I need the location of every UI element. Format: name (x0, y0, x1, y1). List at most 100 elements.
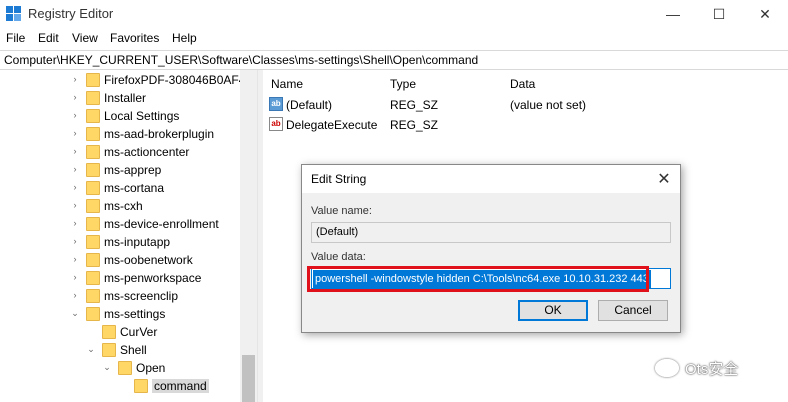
folder-icon (86, 73, 100, 87)
tree-item[interactable]: › ms-oobenetwork (0, 251, 240, 269)
folder-icon (86, 145, 100, 159)
tree-item-label[interactable]: Open (136, 361, 165, 375)
folder-icon (86, 271, 100, 285)
menu-bar: File Edit View Favorites Help (0, 28, 788, 48)
folder-icon (118, 361, 132, 375)
tree-item-label[interactable]: ms-inputapp (104, 235, 170, 249)
tree-item-label[interactable]: command (152, 379, 209, 393)
dialog-close-button[interactable]: ✕ (654, 169, 674, 189)
tree-item[interactable]: › ms-apprep (0, 161, 240, 179)
value-data-label: Value data: (311, 251, 366, 263)
tree-item-label[interactable]: ms-settings (104, 307, 165, 321)
menu-help[interactable]: Help (172, 31, 197, 45)
chevron-right-icon[interactable]: › (70, 272, 80, 282)
registry-tree[interactable]: › FirefoxPDF-308046B0AF4A › Installer › Local… (0, 70, 257, 402)
tree-item-label[interactable]: Shell (120, 343, 147, 357)
tree-item-label[interactable]: ms-cortana (104, 181, 164, 195)
tree-item-label[interactable]: ms-aad-brokerplugin (104, 127, 214, 141)
tree-item-label[interactable]: ms-actioncenter (104, 145, 189, 159)
address-bar[interactable]: Computer\HKEY_CURRENT_USER\Software\Clas… (0, 50, 788, 70)
tree-item-label[interactable]: ms-device-enrollment (104, 217, 219, 231)
tree-item[interactable]: CurVer (0, 323, 240, 341)
value-type: REG_SZ (390, 118, 439, 132)
menu-edit[interactable]: Edit (38, 31, 59, 45)
menu-file[interactable]: File (6, 31, 25, 45)
tree-item[interactable]: › ms-aad-brokerplugin (0, 125, 240, 143)
tree-item-label[interactable]: FirefoxPDF-308046B0AF4A (104, 73, 253, 87)
value-row-delegateexecute[interactable]: ab DelegateExecute REG_SZ (263, 116, 788, 134)
tree-item[interactable]: › Local Settings (0, 107, 240, 125)
tree-item[interactable]: ⌄ ms-settings (0, 305, 240, 323)
chevron-right-icon[interactable]: › (70, 110, 80, 120)
red-highlight-annotation (307, 266, 649, 292)
tree-item[interactable]: ⌄ Shell (0, 341, 240, 359)
chevron-right-icon[interactable]: › (70, 254, 80, 264)
tree-scrollbar-thumb[interactable] (242, 355, 255, 402)
folder-icon (86, 289, 100, 303)
tree-scrollbar[interactable] (240, 70, 257, 402)
chevron-down-icon[interactable]: ⌄ (102, 362, 112, 372)
folder-icon (102, 325, 116, 339)
minimize-button[interactable]: — (650, 0, 696, 28)
tree-item[interactable]: › ms-device-enrollment (0, 215, 240, 233)
column-header-name[interactable]: Name (271, 77, 303, 91)
edit-string-dialog: Edit String ✕ Value name: (Default) Valu… (301, 164, 681, 333)
chevron-right-icon (118, 380, 128, 390)
value-row-default[interactable]: ab (Default) REG_SZ (value not set) (263, 96, 788, 114)
chevron-right-icon[interactable]: › (70, 74, 80, 84)
tree-item[interactable]: ⌄ Open (0, 359, 240, 377)
dialog-title-bar: Edit String ✕ (302, 165, 680, 193)
tree-item-label[interactable]: CurVer (120, 325, 157, 339)
tree-item[interactable]: › ms-cxh (0, 197, 240, 215)
chevron-down-icon[interactable]: ⌄ (70, 308, 80, 318)
chevron-right-icon[interactable]: › (70, 200, 80, 210)
tree-item[interactable]: › Installer (0, 89, 240, 107)
chevron-right-icon[interactable]: › (70, 290, 80, 300)
tree-item-label[interactable]: ms-oobenetwork (104, 253, 193, 267)
dialog-title: Edit String (311, 172, 367, 186)
cancel-button[interactable]: Cancel (598, 300, 668, 321)
chevron-right-icon[interactable]: › (70, 236, 80, 246)
tree-item[interactable]: › ms-inputapp (0, 233, 240, 251)
value-name: DelegateExecute (286, 118, 378, 132)
tree-item-label[interactable]: Local Settings (104, 109, 179, 123)
ok-button[interactable]: OK (518, 300, 588, 321)
folder-icon (86, 181, 100, 195)
address-path[interactable]: Computer\HKEY_CURRENT_USER\Software\Clas… (4, 53, 478, 67)
tree-item[interactable]: › FirefoxPDF-308046B0AF4A (0, 71, 253, 89)
folder-icon (86, 307, 100, 321)
folder-icon (86, 253, 100, 267)
tree-item[interactable]: command (0, 377, 240, 395)
close-button[interactable]: ✕ (742, 0, 788, 28)
chevron-right-icon[interactable]: › (70, 146, 80, 156)
value-name: (Default) (286, 98, 333, 112)
window-title: Registry Editor (28, 6, 114, 21)
maximize-button[interactable]: ☐ (696, 0, 742, 28)
chevron-right-icon (86, 326, 96, 336)
folder-icon (86, 163, 100, 177)
folder-icon (86, 235, 100, 249)
menu-view[interactable]: View (72, 31, 98, 45)
chevron-down-icon[interactable]: ⌄ (86, 344, 96, 354)
column-header-type[interactable]: Type (390, 77, 416, 91)
chevron-right-icon[interactable]: › (70, 92, 80, 102)
chevron-right-icon[interactable]: › (70, 218, 80, 228)
tree-item-label[interactable]: ms-penworkspace (104, 271, 201, 285)
tree-item-label[interactable]: ms-apprep (104, 163, 161, 177)
chevron-right-icon[interactable]: › (70, 128, 80, 138)
registry-editor-app-icon (6, 6, 22, 22)
tree-item[interactable]: › ms-cortana (0, 179, 240, 197)
tree-item-label[interactable]: ms-screenclip (104, 289, 178, 303)
tree-item-label[interactable]: Installer (104, 91, 146, 105)
chevron-right-icon[interactable]: › (70, 182, 80, 192)
value-name-field: (Default) (311, 222, 671, 243)
folder-icon (86, 91, 100, 105)
column-header-data[interactable]: Data (510, 77, 535, 91)
chevron-right-icon[interactable]: › (70, 164, 80, 174)
tree-item-label[interactable]: ms-cxh (104, 199, 143, 213)
tree-item[interactable]: › ms-screenclip (0, 287, 240, 305)
tree-item[interactable]: › ms-penworkspace (0, 269, 240, 287)
folder-icon (86, 217, 100, 231)
tree-item[interactable]: › ms-actioncenter (0, 143, 240, 161)
menu-favorites[interactable]: Favorites (110, 31, 159, 45)
